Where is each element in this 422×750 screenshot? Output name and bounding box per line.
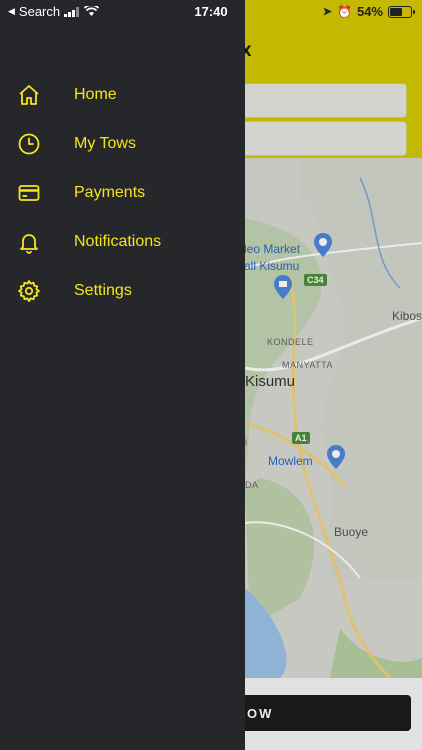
menu-item-label: Notifications bbox=[74, 232, 162, 250]
drawer-menu: Home My Tows Payments Notifications Sett… bbox=[0, 70, 245, 315]
location-arrow-icon: ➤ bbox=[322, 6, 333, 18]
menu-item-label: My Tows bbox=[74, 134, 136, 152]
home-icon bbox=[16, 82, 42, 108]
menu-item-payments[interactable]: Payments bbox=[0, 168, 245, 217]
menu-item-label: Settings bbox=[74, 281, 132, 299]
back-arrow-icon[interactable]: ◀ bbox=[8, 6, 15, 17]
signal-icon bbox=[64, 6, 80, 17]
menu-item-settings[interactable]: Settings bbox=[0, 266, 245, 315]
wifi-icon bbox=[84, 6, 100, 16]
battery-icon bbox=[388, 5, 415, 18]
status-back-label[interactable]: Search bbox=[19, 4, 60, 19]
clock-icon bbox=[16, 131, 42, 157]
navigation-drawer: Home My Tows Payments Notifications Sett… bbox=[0, 0, 245, 750]
bell-icon bbox=[16, 229, 42, 255]
credit-card-icon bbox=[16, 180, 42, 206]
menu-item-notifications[interactable]: Notifications bbox=[0, 217, 245, 266]
battery-percent: 54% bbox=[356, 4, 383, 19]
alarm-icon: ⏰ bbox=[337, 4, 352, 19]
gear-icon bbox=[16, 278, 42, 304]
status-bar: ◀ Search 17:40 ➤ ⏰ 54% bbox=[0, 0, 422, 22]
menu-item-my-tows[interactable]: My Tows bbox=[0, 119, 245, 168]
menu-item-label: Home bbox=[74, 85, 117, 103]
menu-item-home[interactable]: Home bbox=[0, 70, 245, 119]
menu-item-label: Payments bbox=[74, 183, 146, 201]
